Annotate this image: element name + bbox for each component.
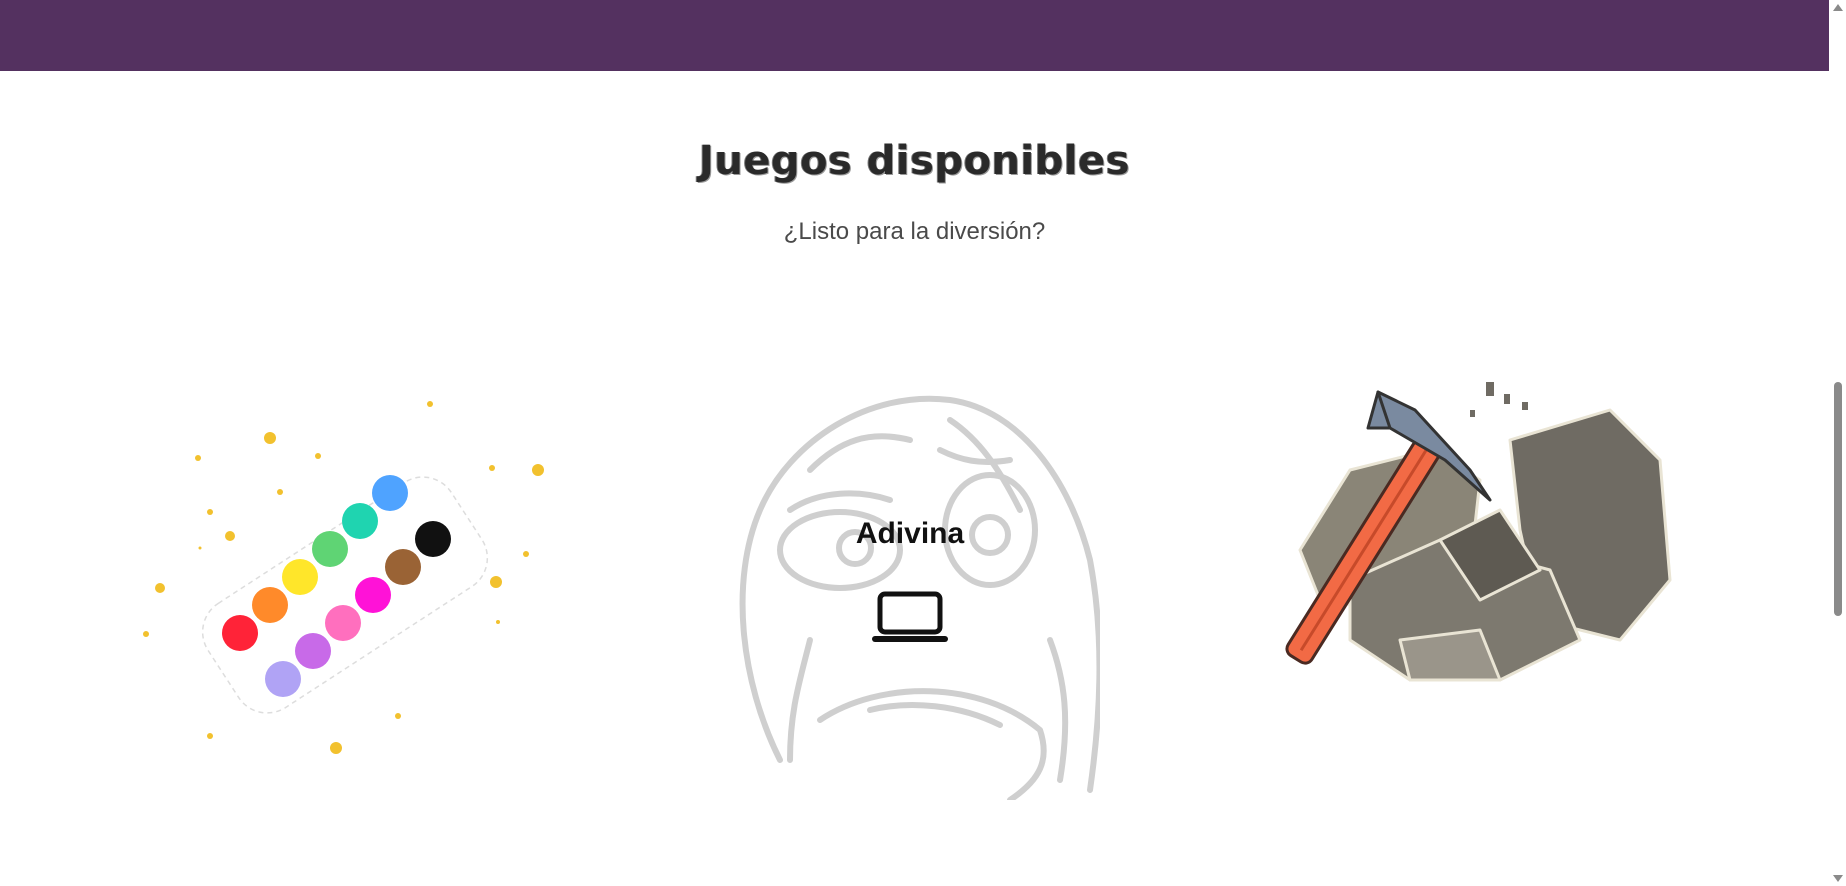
palette-color-dot [342, 503, 378, 539]
paint-palette-image [143, 401, 544, 754]
palette-color-dot [282, 559, 318, 595]
pickaxe-rocks-image [1285, 382, 1672, 682]
palette-color-dot [252, 587, 288, 623]
game-label-adivina: Adivina [855, 517, 965, 550]
game-card-mining[interactable] [1240, 380, 1680, 700]
scroll-up-arrow-icon[interactable] [1833, 4, 1843, 11]
palette-color-dot [385, 549, 421, 585]
palette-color-dot [312, 531, 348, 567]
palette-color-dot [325, 605, 361, 641]
palette-color-dot [222, 615, 258, 651]
palette-color-dot [265, 661, 301, 697]
palette-color-dot [355, 577, 391, 613]
laptop-icon [872, 591, 948, 642]
vertical-scrollbar[interactable] [1829, 0, 1846, 886]
game-card-guess[interactable]: Adivina [720, 380, 1100, 800]
game-card-colors[interactable] [140, 390, 560, 770]
palette-color-dot [295, 633, 331, 669]
page-title: Juegos disponibles [698, 138, 1131, 184]
page-subtitle: ¿Listo para la diversión? [783, 218, 1046, 245]
scroll-down-arrow-icon[interactable] [1833, 875, 1843, 882]
scrollbar-thumb[interactable] [1834, 382, 1842, 616]
top-header-bar [0, 0, 1829, 71]
palette-color-dot [415, 521, 451, 557]
palette-color-dot [372, 475, 408, 511]
